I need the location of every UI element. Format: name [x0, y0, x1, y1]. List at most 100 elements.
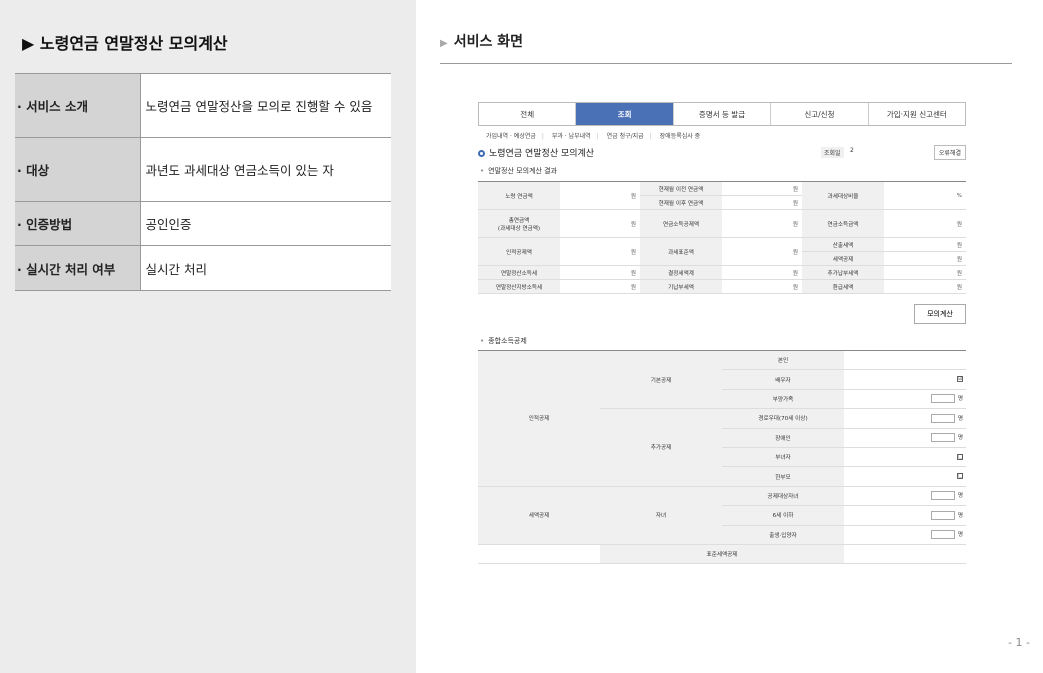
left-title: ▶ 노령연금 연말정산 모의계산: [22, 34, 228, 53]
info-key: · 인증방법: [15, 201, 141, 246]
cell-input: 명: [844, 389, 966, 410]
cell-label: 인적공제액: [478, 237, 560, 266]
disabled-input[interactable]: [930, 433, 955, 443]
info-table: · 서비스 소개 노령연금 연말정산을 모의로 진행할 수 있음 · 대상 과년…: [15, 73, 391, 291]
cell-empty: [844, 544, 966, 565]
subtab-subscription[interactable]: 가입내역 · 예상연금: [486, 133, 536, 140]
cell-input: 명: [844, 505, 966, 526]
cell-value: 원: [722, 195, 802, 210]
screen-title-text: 노령연금 연말정산 모의계산: [489, 149, 595, 159]
unit-label: 명: [957, 415, 963, 422]
cell-label: 현재월 이후 연금액: [640, 195, 722, 210]
table-row: 연말정산지방소득세 원 기납부세액 원 환급세액 원: [478, 279, 966, 294]
cell-item: 부양가족: [722, 389, 844, 410]
cell-value: 원: [884, 209, 966, 238]
service-screen: 전체 조회 증명서 등 발급 신고/신청 가입·지원 신고센터 가입내역 · 예…: [478, 102, 966, 565]
info-row: · 실시간 처리 여부 실시간 처리: [15, 245, 391, 291]
cell-additional: 추가공제: [600, 408, 722, 487]
table-row: 노령 연금액 원 현재월 이전 연금액 원 과세대상비율 %: [478, 181, 966, 210]
cell-value: 원: [560, 209, 640, 238]
cell-item: 배우자: [722, 369, 844, 390]
birth-adoption-input[interactable]: [930, 530, 955, 540]
screen-header: 노령연금 연말정산 모의계산 조회일 2 오류해결: [478, 143, 966, 160]
cell-personal: 인적공제: [478, 350, 600, 487]
tab-support-center[interactable]: 가입·지원 신고센터: [869, 103, 965, 125]
simulate-button[interactable]: 모의계산: [914, 304, 966, 324]
subtab-claim[interactable]: 연금 청구/지급: [607, 133, 644, 140]
cell-item: 한부모: [722, 466, 844, 487]
cell-label: 현재월 이전 연금액: [640, 181, 722, 196]
cell-value: %: [884, 181, 966, 210]
senior-input[interactable]: [930, 413, 955, 423]
cell-item: 장애인: [722, 428, 844, 448]
cell-input: 명: [844, 428, 966, 448]
table-row: 표준세액공제: [478, 544, 966, 565]
table-row: 연말정산소득세 원 결정세액계 원 추가납부세액 원: [478, 265, 966, 280]
cell-value: 원: [722, 279, 802, 294]
info-value: 과년도 과세대상 연금소득이 있는 자: [140, 137, 391, 202]
info-key: · 실시간 처리 여부: [15, 245, 141, 291]
triangle-icon: ▶: [440, 38, 448, 49]
cell-value: 원: [560, 181, 640, 210]
tab-report[interactable]: 신고/신청: [771, 103, 869, 125]
result-table: 노령 연금액 원 현재월 이전 연금액 원 과세대상비율 % 현재월 이후 연금…: [478, 181, 966, 294]
section-deduction-title: • 종합소득공제: [480, 337, 527, 345]
subtab-payment[interactable]: 부과 · 납부내역: [552, 133, 591, 140]
right-title: ▶ 서비스 화면: [440, 31, 523, 51]
info-value: 실시간 처리: [140, 245, 391, 291]
info-value: 노령연금 연말정산을 모의로 진행할 수 있음: [140, 73, 391, 138]
sub-tabs: 가입내역 · 예상연금 | 부과 · 납부내역 | 연금 청구/지급 | 장애등록심사…: [486, 133, 701, 140]
right-title-text: 서비스 화면: [453, 34, 523, 50]
cell-label: 과세대상비율: [802, 181, 884, 210]
deduction-table: 인적공제 기본공제 본인 배우자 ☑ 부양가족 명 추가공제 경로우대(70세 …: [478, 350, 966, 565]
subtab-disability[interactable]: 장애등록심사 중: [660, 133, 701, 140]
bullet-ring-icon: [478, 150, 485, 157]
cell-label: 기납부세액: [640, 279, 722, 294]
table-row: 인적공제액 원 과세표준액 원 산출세액 원: [478, 237, 966, 266]
cell-label: 결정세액계: [640, 265, 722, 280]
cell-item: 6세 이하: [722, 505, 844, 526]
cell-value: 원: [884, 279, 966, 294]
table-row: 인적공제 기본공제 본인: [478, 350, 966, 487]
cell-value: 원: [722, 237, 802, 266]
cell-label: 추가납부세액: [802, 265, 884, 280]
unit-label: 명: [957, 435, 963, 442]
error-help-button[interactable]: 오류해결: [933, 145, 966, 160]
query-date-value: 2: [850, 147, 854, 154]
cell-label: 산출세액: [802, 237, 884, 252]
cell-item: 부녀자: [722, 447, 844, 468]
single-parent-checkbox[interactable]: □: [957, 473, 963, 480]
eligible-child-input[interactable]: [930, 491, 955, 501]
cell-value: 원: [884, 251, 966, 266]
cell-tax-credit: 세액공제: [478, 486, 600, 545]
tab-inquiry[interactable]: 조회: [576, 103, 674, 125]
cell-input: □: [844, 466, 966, 487]
cell-item: 출생·입양자: [722, 525, 844, 545]
tab-certificate[interactable]: 증명서 등 발급: [674, 103, 772, 125]
cell-label: 환급세액: [802, 279, 884, 294]
unit-label: 명: [957, 532, 963, 539]
cell-input: 명: [844, 486, 966, 507]
cell-value: 원: [884, 265, 966, 280]
cell-input: 명: [844, 408, 966, 429]
cell-label: 연금소득공제액: [640, 209, 722, 238]
cell-value: 원: [722, 265, 802, 280]
unit-label: 명: [957, 512, 963, 519]
query-date-label: 조회일: [821, 147, 844, 158]
section-result-title: • 연말정산 모의계산 결과: [480, 167, 557, 175]
section-result-text: 연말정산 모의계산 결과: [488, 167, 557, 175]
cell-label: 연말정산소득세: [478, 265, 560, 280]
woman-checkbox[interactable]: □: [957, 453, 963, 460]
cell-label: 세액공제: [802, 251, 884, 266]
info-row: · 인증방법 공인인증: [15, 201, 391, 246]
spouse-checkbox[interactable]: ☑: [957, 376, 963, 383]
under-six-input[interactable]: [930, 510, 955, 520]
left-title-text: 노령연금 연말정산 모의계산: [39, 34, 228, 53]
cell-value: 원: [884, 237, 966, 252]
dependents-input[interactable]: [930, 394, 955, 404]
tab-all[interactable]: 전체: [479, 103, 577, 125]
cell-label: 과세표준액: [640, 237, 722, 266]
info-key: · 대상: [15, 137, 141, 202]
cell-label: 총연금액 (과세대상 연금액): [478, 209, 560, 238]
main-tabs: 전체 조회 증명서 등 발급 신고/신청 가입·지원 신고센터: [478, 102, 966, 126]
